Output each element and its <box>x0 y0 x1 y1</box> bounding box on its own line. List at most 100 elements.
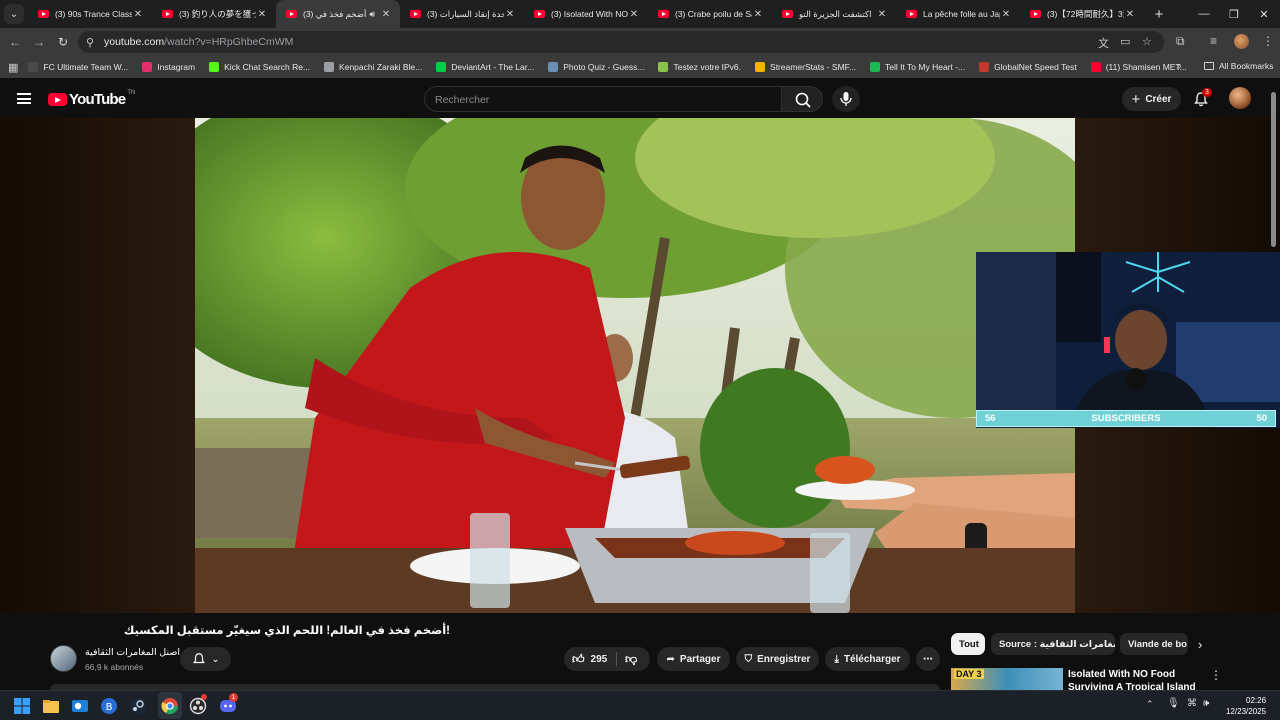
voice-search-button[interactable] <box>832 86 860 112</box>
browser-tab[interactable]: (3)【72時間耐久】3泊 ✕ <box>1020 0 1144 28</box>
thumbs-down-icon[interactable]: 👎︎ <box>625 652 637 667</box>
tab-label: (3) وحدة إنقاذ السيارات <box>427 8 504 19</box>
bookmark-favicon-icon <box>658 62 669 72</box>
youtube-favicon-icon <box>1030 10 1041 18</box>
chip-all[interactable]: Tout <box>951 633 985 655</box>
tab-close-icon[interactable]: ✕ <box>256 9 268 20</box>
xbox-app-icon[interactable]: B <box>100 697 118 715</box>
close-window-button[interactable]: ✕ <box>1248 0 1280 28</box>
bookmark-item[interactable]: (11) Shamisen MET... <box>1090 62 1187 72</box>
chip-source[interactable]: Source : اصنل المغامرات الثقافية <box>991 633 1115 655</box>
tab-close-icon[interactable]: ✕ <box>132 9 144 20</box>
browser-tab[interactable]: (3) أضخم فخذ في 🔊︎ ✕ <box>276 0 400 28</box>
browser-tab[interactable]: (3) Crabe poilu de Sa ✕ <box>648 0 772 28</box>
tab-close-icon[interactable]: ✕ <box>1124 9 1136 20</box>
channel-avatar[interactable] <box>50 645 77 672</box>
like-divider <box>616 652 617 666</box>
address-bar[interactable]: ⚲ youtube.com/watch?v=HRpGhbeCmWM 文 ▭ ☆ <box>78 31 1164 53</box>
browser-tab[interactable]: (3) 90s Trance Classic ✕ <box>28 0 152 28</box>
minimize-button[interactable]: — <box>1188 0 1220 28</box>
browser-tab[interactable]: La pêche folle au Jap ✕ <box>896 0 1020 28</box>
browser-tab[interactable]: اكتشفت الجزيرة التو ✕ <box>772 0 896 28</box>
reading-list-icon[interactable]: ≡ <box>1210 34 1217 48</box>
download-button[interactable]: ⤓ Télécharger <box>825 647 910 671</box>
save-button[interactable]: ⛉ Enregistrer <box>736 647 819 671</box>
cast-icon[interactable]: ▭ <box>1120 35 1130 48</box>
bookmark-item[interactable]: StreamerStats - SMF... <box>755 62 856 72</box>
tab-close-icon[interactable]: ✕ <box>504 9 516 20</box>
steam-icon[interactable] <box>129 697 147 715</box>
chip-beef[interactable]: Viande de bo <box>1120 633 1188 655</box>
save-label: Enregistrer <box>757 653 811 665</box>
bookmark-item[interactable]: FC Ultimate Team W... <box>28 62 128 72</box>
bookmark-star-icon[interactable]: ☆ <box>1142 35 1152 48</box>
translate-icon[interactable]: 文 <box>1098 35 1109 51</box>
tab-audio-icon[interactable]: 🔊︎ <box>369 9 375 20</box>
extensions-icon[interactable]: ⧉ <box>1176 34 1185 49</box>
windows-start-icon[interactable] <box>13 697 31 715</box>
site-info-icon[interactable]: ⚲ <box>86 36 94 49</box>
thumbs-up-icon[interactable]: 👍︎ <box>572 652 585 667</box>
bookmark-label: Instagram <box>157 62 196 72</box>
bookmark-item[interactable]: Kenpachi Zaraki Ble... <box>324 62 422 72</box>
tab-close-icon[interactable]: ✕ <box>628 9 640 20</box>
account-avatar[interactable] <box>1229 87 1251 109</box>
bookmark-item[interactable]: Kick Chat Search Re... <box>209 62 310 72</box>
bookmark-label: StreamerStats - SMF... <box>770 62 856 72</box>
maximize-button[interactable]: ❐ <box>1218 0 1250 28</box>
ambient-left <box>0 118 195 613</box>
all-bookmarks-folder[interactable]: All Bookmarks <box>1204 61 1273 71</box>
recommended-title[interactable]: Isolated With NO Food Surviving A Tropic… <box>1068 668 1208 690</box>
tab-search-button[interactable]: ⌄ <box>4 4 24 24</box>
forward-button[interactable]: → <box>30 33 48 51</box>
more-actions-button[interactable]: ⋯ <box>916 647 940 671</box>
recommended-more-icon[interactable]: ⋮ <box>1210 668 1222 682</box>
bookmark-item[interactable]: Tell It To My Heart -... <box>870 62 965 72</box>
video-info-section: !أضخم فخذ في العالم! اللحم الذي سيغيّر م… <box>0 613 1280 690</box>
tab-close-icon[interactable]: ✕ <box>380 9 392 20</box>
menu-icon[interactable] <box>17 93 31 104</box>
page-scrollbar[interactable] <box>1271 92 1276 247</box>
video-frame[interactable] <box>195 118 1075 613</box>
volume-icon[interactable]: 🕪︎ <box>1203 698 1209 709</box>
browser-menu-icon[interactable]: ⋮ <box>1262 34 1274 48</box>
profile-avatar[interactable] <box>1234 34 1249 49</box>
recommended-thumbnail[interactable]: DAY 3 <box>951 668 1063 690</box>
bookmark-item[interactable]: Photo Quiz - Guess... <box>548 62 644 72</box>
bookmark-item[interactable]: GlobalNet Speed Test <box>979 62 1077 72</box>
create-button[interactable]: + Créer <box>1122 87 1181 111</box>
bookmark-item[interactable]: DeviantArt - The Lar... <box>436 62 534 72</box>
share-button[interactable]: ➦ Partager <box>657 647 730 671</box>
bookmark-item[interactable]: Testez votre IPv6. <box>658 62 741 72</box>
tab-close-icon[interactable]: ✕ <box>752 9 764 20</box>
chevron-right-icon[interactable]: › <box>1198 637 1202 652</box>
channel-name[interactable]: اصنل المغامرات الثقافية <box>85 647 180 658</box>
search-input[interactable]: Rechercher <box>424 86 782 112</box>
bookmark-item[interactable]: Instagram <box>142 62 195 72</box>
browser-tab[interactable]: (3) وحدة إنقاذ السيارات ✕ <box>400 0 524 28</box>
like-dislike-group: 👍︎ 295 👎︎ <box>564 647 650 671</box>
file-explorer-icon[interactable] <box>42 697 60 715</box>
youtube-favicon-icon <box>162 10 173 18</box>
search-button[interactable] <box>781 86 823 112</box>
tab-close-icon[interactable]: ✕ <box>1000 9 1012 20</box>
network-icon[interactable]: ⌘ <box>1187 698 1197 709</box>
back-button[interactable]: ← <box>6 33 24 51</box>
microphone-tray-icon[interactable]: 🎙︎ <box>1167 698 1180 709</box>
tab-close-icon[interactable]: ✕ <box>876 9 888 20</box>
youtube-logo[interactable]: YouTube TN <box>48 90 135 108</box>
browser-tab[interactable]: (3) Isolated With NO ✕ <box>524 0 648 28</box>
apps-grid-icon[interactable]: ▦ <box>8 61 18 74</box>
browser-tab[interactable]: (3) 釣り人の夢を獲った✕ <box>152 0 276 28</box>
chrome-icon[interactable] <box>161 697 179 715</box>
share-label: Partager <box>679 653 721 665</box>
subscription-bell-button[interactable]: ⌄ <box>180 647 231 671</box>
bookmark-list: FC Ultimate Team W... Instagram Kick Chat … <box>28 62 1200 72</box>
bookmarks-overflow-icon[interactable]: » <box>1176 61 1182 72</box>
reload-button[interactable]: ↻ <box>54 33 72 51</box>
new-tab-button[interactable]: + <box>1148 6 1170 23</box>
mail-icon[interactable] <box>71 697 89 715</box>
address-row: ← → ↻ ⚲ youtube.com/watch?v=HRpGhbeCmWM … <box>0 28 1280 56</box>
tray-overflow-icon[interactable]: ⌃ <box>1146 699 1154 710</box>
system-clock[interactable]: 02:26 12/23/2025 <box>1226 695 1266 717</box>
